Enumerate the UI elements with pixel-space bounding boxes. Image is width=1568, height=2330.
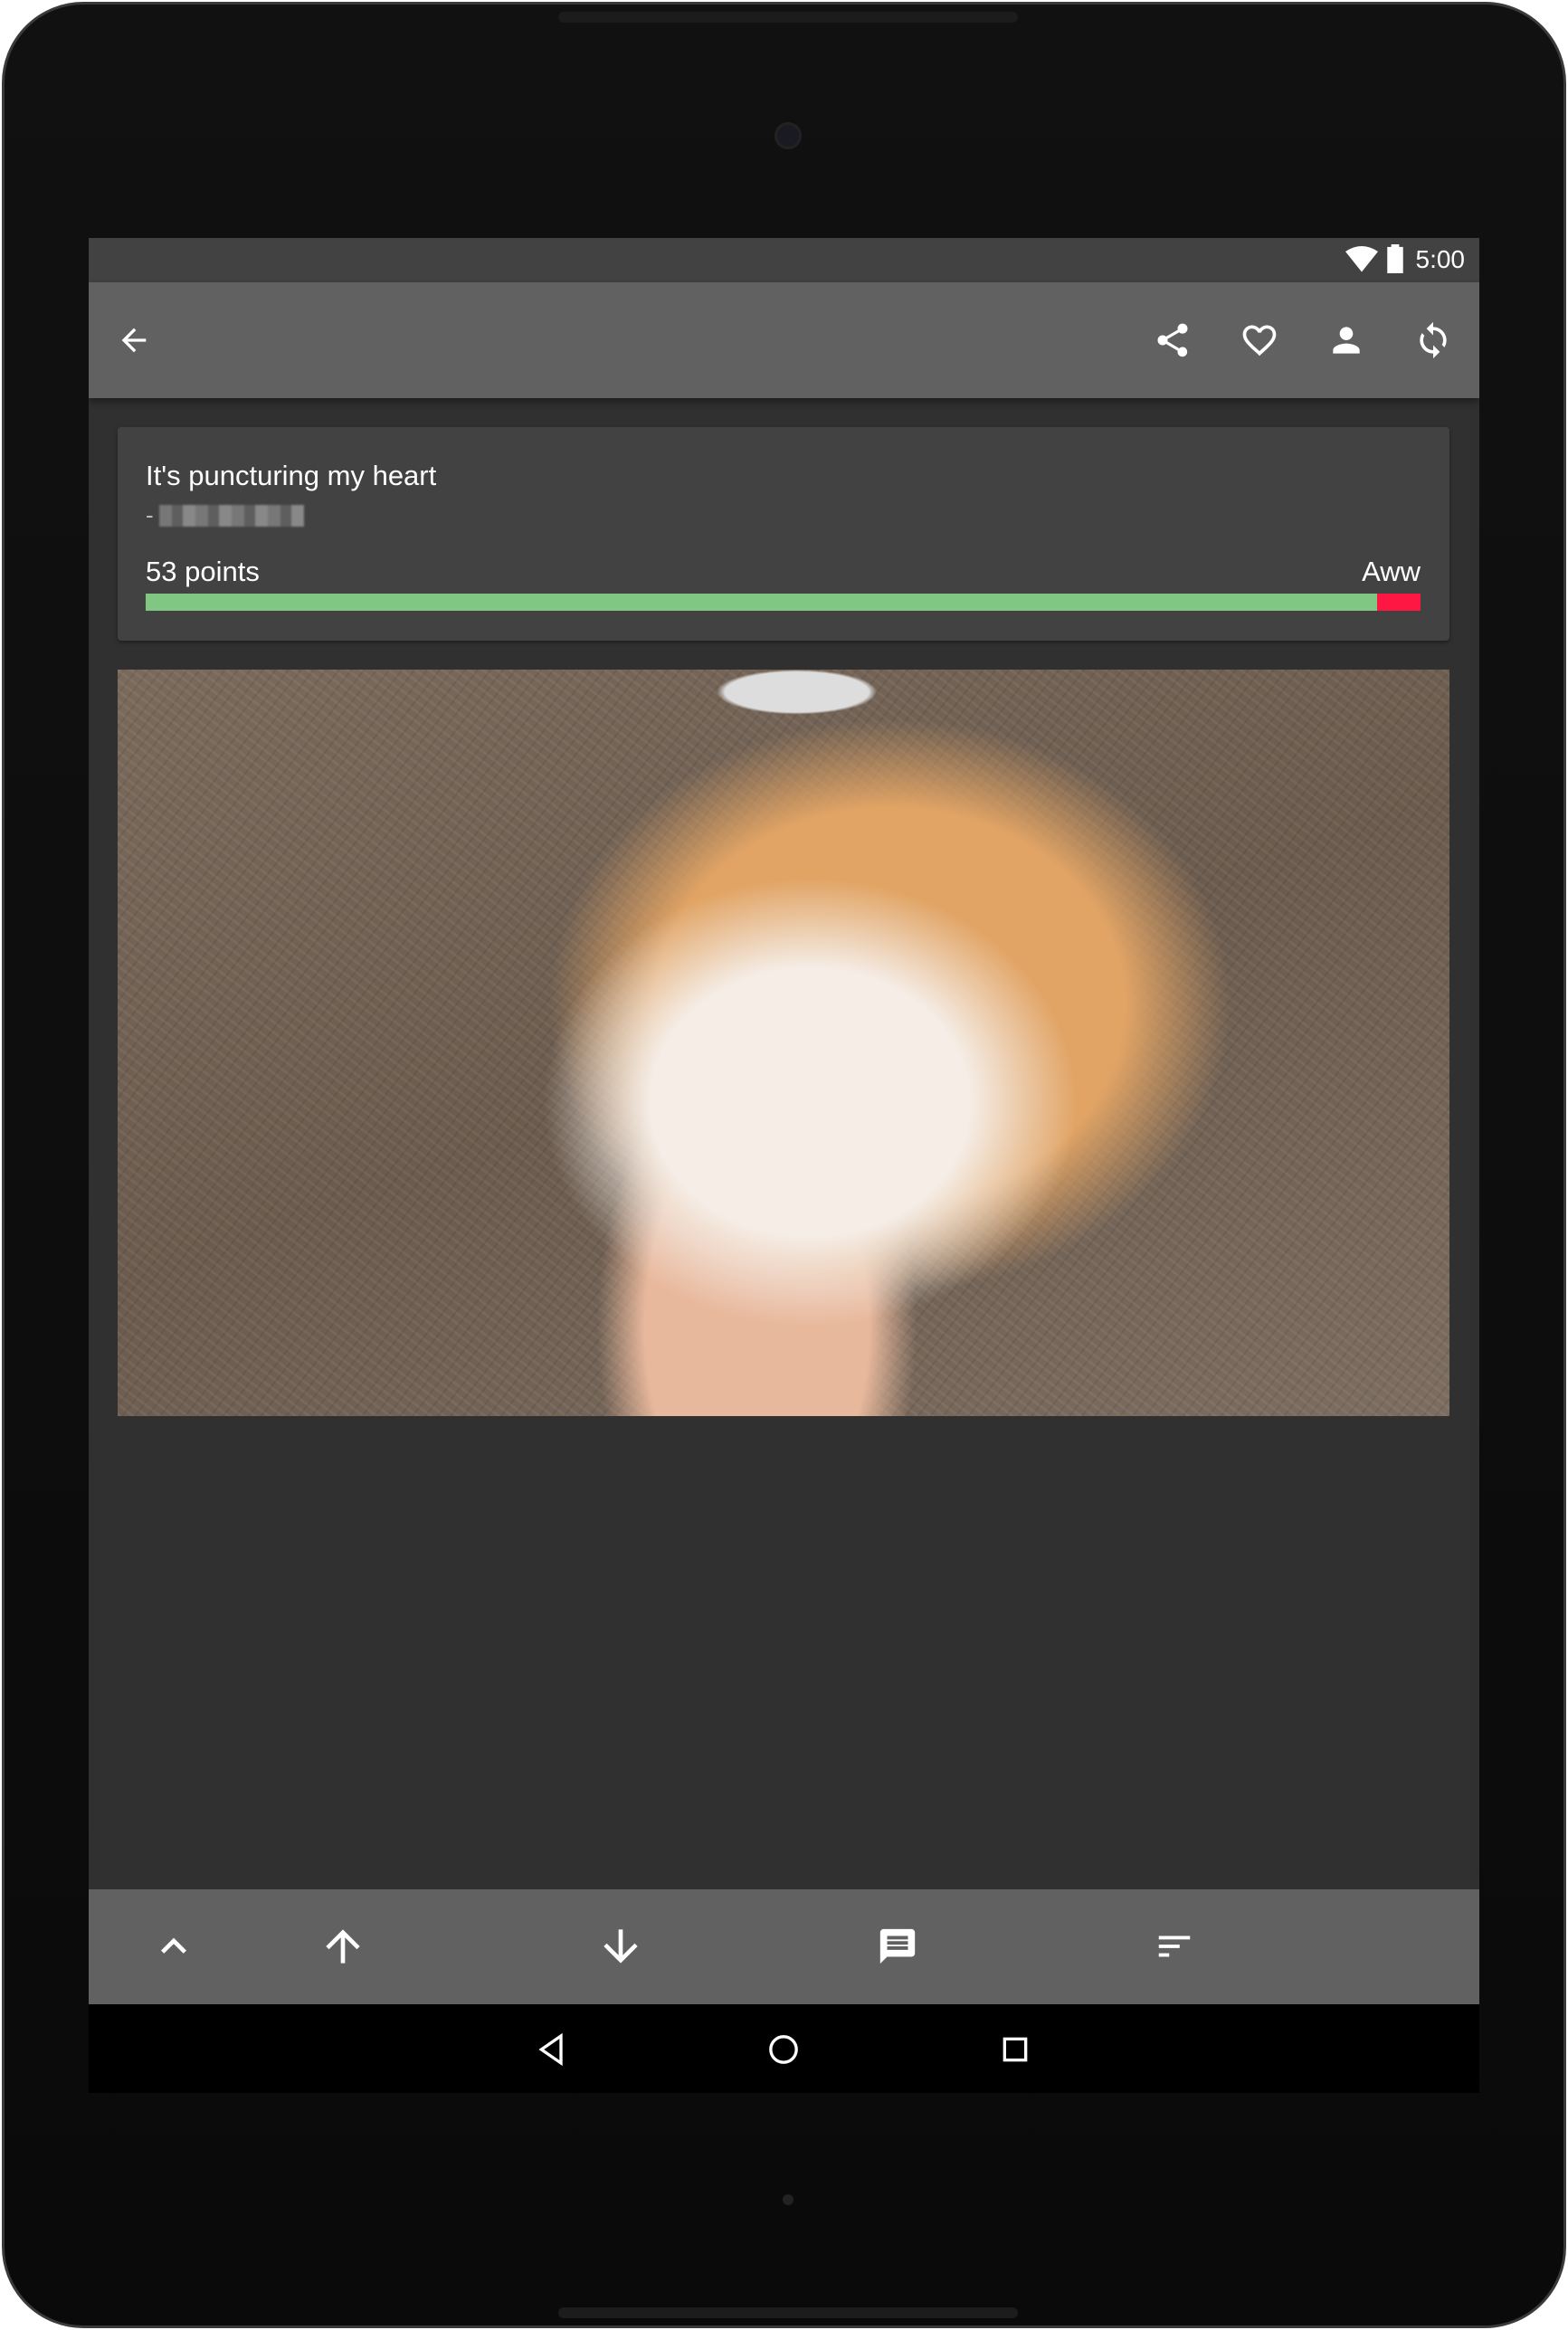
post-points: 53 points — [146, 556, 260, 587]
upvote-arrow-icon[interactable] — [314, 1917, 372, 1975]
upvote-ratio-fill — [146, 594, 1378, 611]
toolbar — [89, 282, 1479, 398]
recents-square-icon[interactable] — [990, 2024, 1041, 2075]
bottom-speaker — [558, 2307, 1018, 2318]
system-nav-bar — [89, 2004, 1479, 2093]
status-bar: 5:00 — [89, 238, 1479, 282]
battery-icon — [1387, 244, 1403, 273]
bottom-action-bar — [89, 1889, 1479, 2004]
comments-icon[interactable] — [869, 1917, 927, 1975]
top-speaker — [558, 12, 1018, 23]
sort-icon[interactable] — [1145, 1917, 1203, 1975]
front-camera — [774, 122, 802, 149]
person-icon[interactable] — [1319, 313, 1373, 367]
author-prefix: - — [146, 501, 154, 528]
post-card[interactable]: It's puncturing my heart - 53 points Aww — [118, 427, 1449, 641]
back-triangle-icon[interactable] — [527, 2024, 577, 2075]
back-arrow-icon[interactable] — [107, 313, 161, 367]
home-circle-icon[interactable] — [758, 2024, 809, 2075]
author-name-redacted — [158, 504, 304, 527]
downvote-arrow-icon[interactable] — [592, 1917, 650, 1975]
wifi-icon — [1345, 246, 1378, 273]
status-time: 5:00 — [1415, 245, 1466, 273]
sensor-dot — [783, 2194, 794, 2205]
post-image-fox[interactable] — [118, 670, 1449, 1416]
vote-ratio-bar — [146, 594, 1421, 611]
post-author[interactable]: - — [146, 501, 304, 529]
post-title: It's puncturing my heart — [146, 460, 437, 491]
heart-icon[interactable] — [1232, 313, 1287, 367]
refresh-icon[interactable] — [1406, 313, 1460, 367]
screen: 5:00 It's puncturing my heart - 53 point… — [89, 238, 1479, 2093]
chevron-up-icon[interactable] — [145, 1917, 203, 1975]
share-icon[interactable] — [1145, 313, 1200, 367]
post-subreddit[interactable]: Aww — [1362, 556, 1421, 588]
